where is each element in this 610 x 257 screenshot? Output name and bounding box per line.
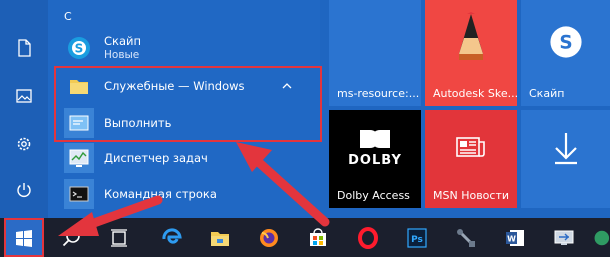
- tile-autodesk-sketchbook[interactable]: Autodesk Ske...: [425, 0, 517, 106]
- file-explorer-icon[interactable]: [200, 218, 240, 257]
- task-view-icon[interactable]: [99, 218, 139, 257]
- tile-download[interactable]: [521, 110, 610, 208]
- app-command-prompt[interactable]: Командная строка: [58, 176, 320, 212]
- store-icon[interactable]: [298, 218, 338, 257]
- autodesk-sketchbook-icon: [425, 0, 517, 84]
- power-icon[interactable]: [0, 170, 48, 210]
- dolby-icon: DOLBY: [329, 110, 421, 186]
- tile-label: Dolby Access: [337, 189, 410, 202]
- tile-label: [521, 202, 610, 208]
- app-name: Скайп: [104, 34, 142, 48]
- highlight-box: [54, 66, 322, 142]
- edge-icon[interactable]: [152, 218, 192, 257]
- windows-start-icon[interactable]: [4, 218, 44, 257]
- tile-skype[interactable]: S Скайп: [521, 0, 610, 106]
- svg-text:S: S: [559, 32, 572, 53]
- firefox-icon[interactable]: [249, 218, 289, 257]
- start-menu-rail: [0, 0, 48, 218]
- app-skype[interactable]: S Скайп Новые: [58, 30, 320, 66]
- search-icon[interactable]: [52, 218, 92, 257]
- tile-label: MSN Новости: [433, 189, 510, 202]
- tile-label: ms-resource:...: [337, 87, 420, 100]
- app-list: С S Скайп Новые Служебные — Windows Выпо…: [48, 0, 322, 218]
- section-letter[interactable]: С: [64, 10, 72, 23]
- tile-label: Скайп: [529, 87, 565, 100]
- settings-icon[interactable]: [0, 124, 48, 164]
- skype-icon: S: [521, 0, 610, 84]
- remote-desktop-icon[interactable]: [544, 218, 584, 257]
- msn-news-icon: [425, 110, 517, 186]
- highlight-box: [4, 218, 44, 257]
- tile-dolby-access[interactable]: DOLBY Dolby Access: [329, 110, 421, 208]
- task-manager-icon: [64, 143, 94, 173]
- svg-text:S: S: [75, 42, 84, 56]
- app-subtitle: Новые: [104, 49, 140, 61]
- word-icon[interactable]: W: [495, 218, 535, 257]
- tile-msn-news[interactable]: MSN Новости: [425, 110, 517, 208]
- photoshop-icon[interactable]: Ps: [397, 218, 437, 257]
- taskbar: Ps W: [0, 218, 610, 257]
- tile-label: Autodesk Ske...: [433, 87, 517, 100]
- photoshop-icon-text: Ps: [411, 235, 423, 245]
- svg-text:W: W: [507, 234, 516, 243]
- dolby-logo-text: DOLBY: [348, 153, 402, 168]
- start-menu-screen: С S Скайп Новые Служебные — Windows Выпо…: [0, 0, 610, 257]
- pictures-icon[interactable]: [0, 76, 48, 116]
- skype-icon: S: [64, 33, 94, 63]
- tools-icon[interactable]: [446, 218, 486, 257]
- app-name: Диспетчер задач: [104, 151, 208, 165]
- opera-icon[interactable]: [348, 218, 388, 257]
- tile-ms-resource[interactable]: ms-resource:...: [329, 0, 421, 106]
- app-task-manager[interactable]: Диспетчер задач: [58, 140, 320, 176]
- app-icon[interactable]: [590, 218, 610, 257]
- command-prompt-icon: [64, 179, 94, 209]
- app-name: Командная строка: [104, 187, 217, 201]
- document-icon[interactable]: [0, 28, 48, 68]
- download-icon: [521, 110, 610, 186]
